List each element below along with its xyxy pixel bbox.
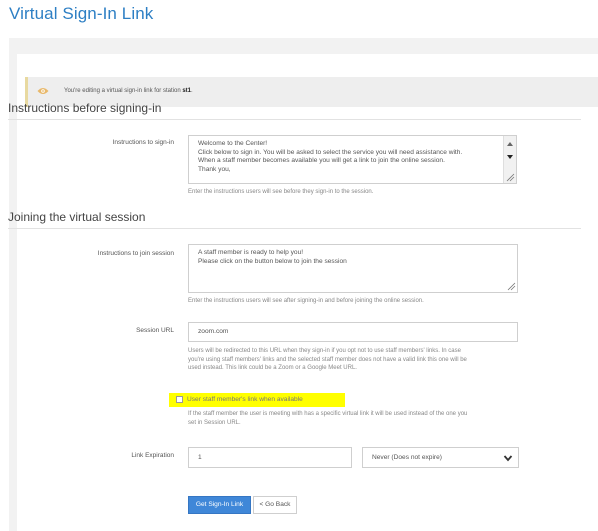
resize-handle-icon[interactable] bbox=[507, 282, 516, 291]
instructions-join-help: Enter the instructions users will see af… bbox=[188, 298, 424, 304]
divider bbox=[8, 119, 581, 120]
resize-handle-icon[interactable] bbox=[506, 173, 515, 182]
session-url-input[interactable]: zoom.com bbox=[188, 322, 518, 342]
textarea-scrollbar[interactable] bbox=[503, 136, 516, 183]
go-back-button[interactable]: < Go Back bbox=[253, 496, 297, 514]
chevron-down-icon bbox=[503, 455, 513, 462]
help-line: used instead. This link could be a Zoom … bbox=[188, 365, 357, 371]
get-signin-link-button[interactable]: Get Sign-In Link bbox=[188, 496, 251, 514]
notice-suffix: . bbox=[191, 88, 193, 94]
textarea-line: Welcome to the Center! bbox=[198, 140, 268, 147]
section-title-before-signin: Instructions before signing-in bbox=[8, 101, 162, 115]
textarea-line: A staff member is ready to help you! bbox=[198, 249, 304, 256]
session-url-help: Users will be redirected to this URL whe… bbox=[188, 347, 467, 373]
staff-link-checkbox-label[interactable]: User staff member's link when available bbox=[187, 396, 303, 403]
section-title-joining: Joining the virtual session bbox=[8, 210, 146, 224]
instructions-signin-help: Enter the instructions users will see be… bbox=[188, 189, 374, 195]
scroll-down-icon[interactable] bbox=[504, 152, 516, 162]
notice-text: You're editing a virtual sign-in link fo… bbox=[64, 88, 193, 94]
notice-prefix: You're editing a virtual sign-in link fo… bbox=[64, 88, 181, 94]
station-name: st1 bbox=[182, 88, 191, 94]
help-line: If the staff member the user is meeting … bbox=[188, 411, 468, 417]
page-title: Virtual Sign-In Link bbox=[9, 4, 154, 23]
staff-link-help: If the staff member the user is meeting … bbox=[188, 410, 467, 427]
help-line: Users will be redirected to this URL whe… bbox=[188, 348, 461, 354]
instructions-signin-label: Instructions to sign-in bbox=[112, 139, 174, 146]
link-expiration-input[interactable]: 1 bbox=[188, 447, 352, 468]
help-line: set in Session URL. bbox=[188, 419, 241, 426]
scroll-up-icon[interactable] bbox=[504, 139, 516, 149]
link-expiration-select[interactable]: Never (Does not expire) bbox=[362, 447, 519, 468]
textarea-line: Thank you, bbox=[198, 165, 231, 173]
textarea-line: When a staff member becomes available yo… bbox=[198, 157, 445, 165]
link-expiration-label: Link Expiration bbox=[131, 452, 174, 459]
instructions-signin-textarea[interactable]: Welcome to the Center! Click below to si… bbox=[188, 135, 517, 184]
instructions-join-textarea[interactable]: A staff member is ready to help you! Ple… bbox=[188, 244, 518, 293]
help-line: you're using staff members' links and th… bbox=[188, 356, 467, 363]
textarea-line: Please click on the button below to join… bbox=[198, 257, 347, 265]
divider bbox=[8, 228, 581, 229]
session-url-label: Session URL bbox=[136, 327, 174, 334]
select-value: Never (Does not expire) bbox=[372, 454, 442, 461]
staff-link-checkbox[interactable] bbox=[176, 396, 183, 403]
eye-icon bbox=[37, 88, 49, 94]
textarea-line: Click below to sign in. You will be aske… bbox=[198, 148, 463, 156]
instructions-join-label: Instructions to join session bbox=[97, 250, 174, 257]
